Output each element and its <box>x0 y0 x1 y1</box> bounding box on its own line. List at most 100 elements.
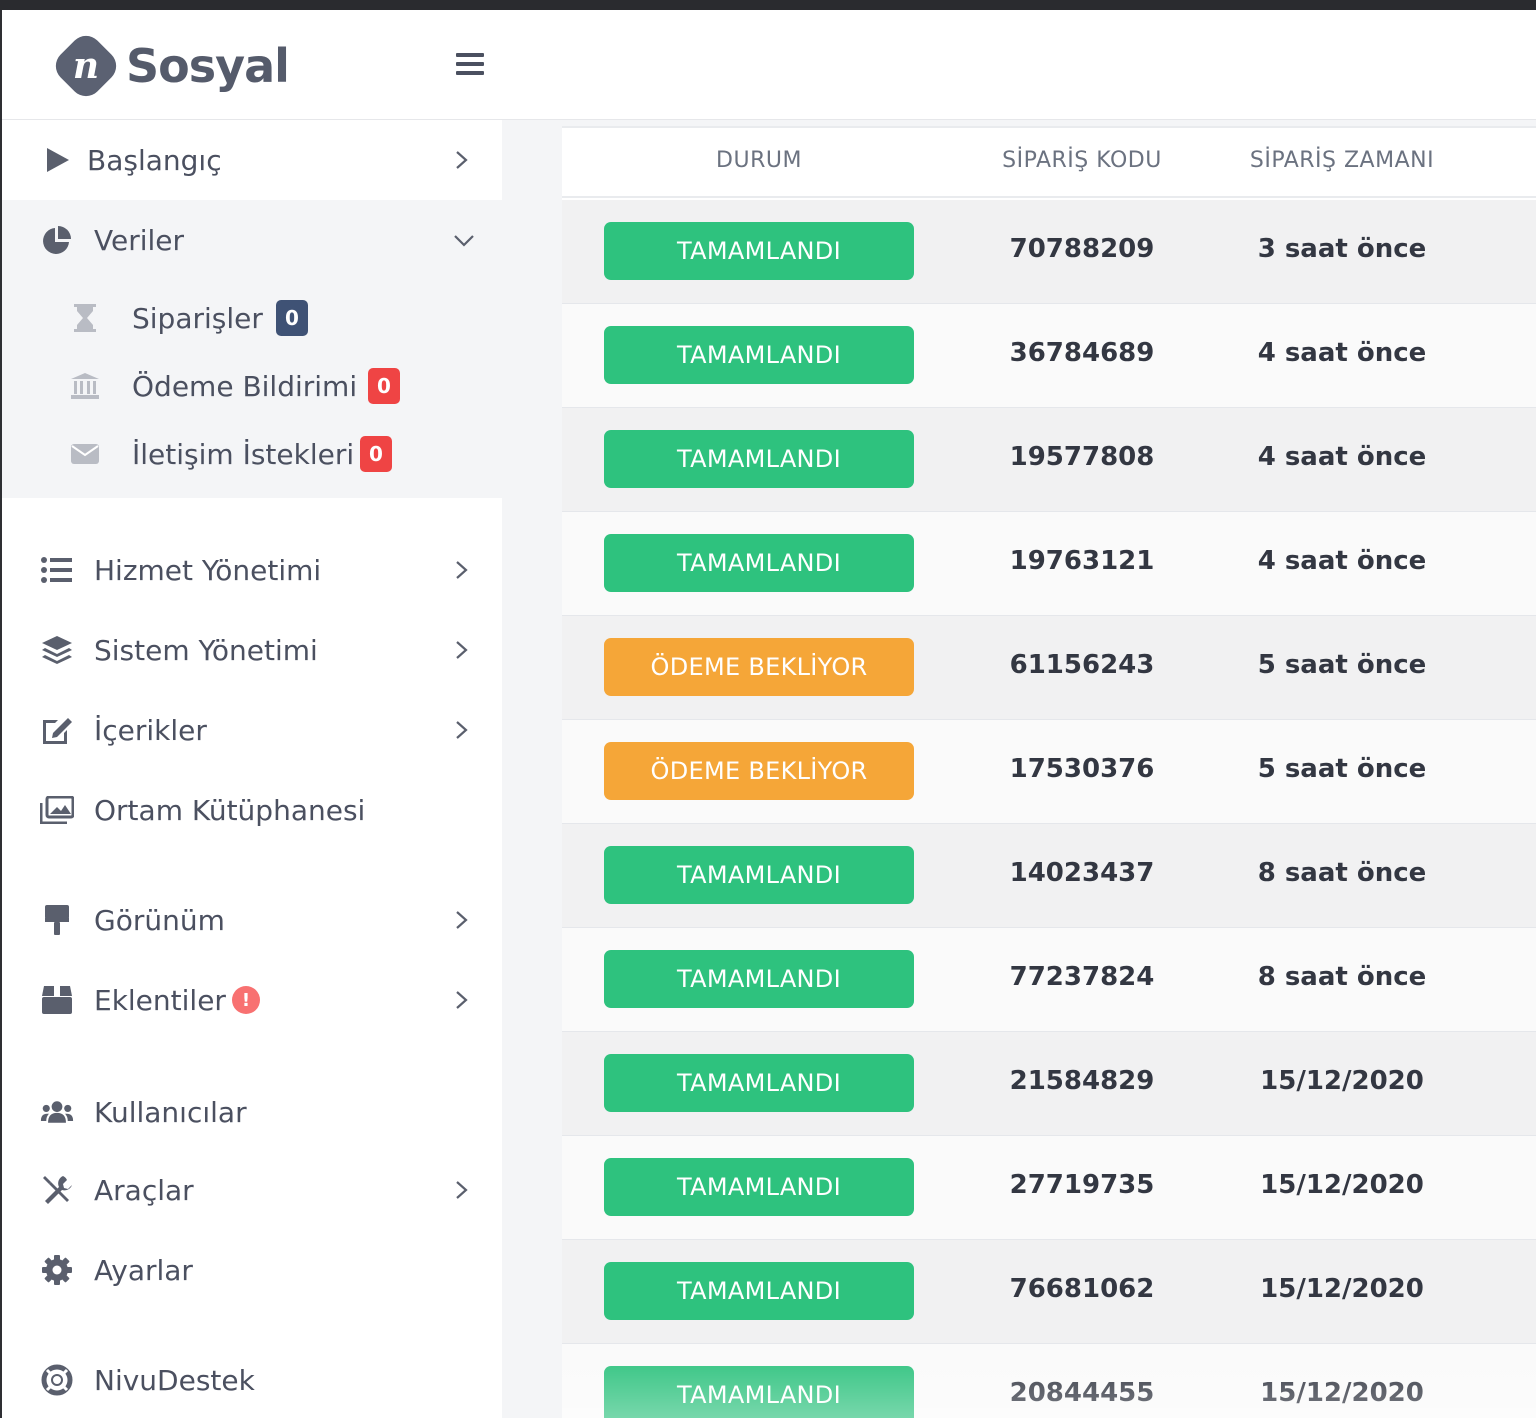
status-complete-button[interactable]: TAMAMLANDI <box>604 222 914 280</box>
subitem-label: İletişim İstekleri <box>132 437 355 471</box>
sidebar-item-label: NivuDestek <box>94 1363 255 1397</box>
order-time-cell: 4 saat önce <box>1257 338 1427 368</box>
order-code-cell: 77237824 <box>1009 962 1155 992</box>
order-time-cell: 4 saat önce <box>1257 442 1427 472</box>
chevron-down-icon <box>452 229 474 251</box>
table-row: ÖDEME BEKLİYOR 17530376 5 saat önce <box>562 720 1536 824</box>
chevron-right-icon <box>450 909 472 931</box>
sidebar-item-hizmet[interactable]: Hizmet Yönetimi <box>2 530 502 610</box>
chevron-right-icon <box>450 559 472 581</box>
sidebar-item-gorunum[interactable]: Görünüm <box>2 880 502 960</box>
main-content: DURUM SİPARİŞ KODU SİPARİŞ ZAMANI TAMAML… <box>502 120 1536 1418</box>
sidebar-item-icerikler[interactable]: İçerikler <box>2 690 502 770</box>
paint-roller-icon <box>40 903 74 937</box>
table-row: TAMAMLANDI 19577808 4 saat önce <box>562 408 1536 512</box>
order-code-cell: 20844455 <box>1009 1378 1155 1408</box>
column-header-time[interactable]: SİPARİŞ ZAMANI <box>1222 148 1462 173</box>
table-row: TAMAMLANDI 70788209 3 saat önce <box>562 200 1536 304</box>
table-row: TAMAMLANDI 36784689 4 saat önce <box>562 304 1536 408</box>
column-header-code[interactable]: SİPARİŞ KODU <box>962 148 1202 173</box>
sidebar-item-ayarlar[interactable]: Ayarlar <box>2 1230 502 1310</box>
hourglass-icon <box>70 303 100 333</box>
sidebar-item-kullanicilar[interactable]: Kullanıcılar <box>2 1072 502 1152</box>
contact-count-badge: 0 <box>360 436 392 472</box>
alert-icon: ! <box>232 986 260 1014</box>
order-code-cell: 19577808 <box>1009 442 1155 472</box>
status-complete-button[interactable]: TAMAMLANDI <box>604 950 914 1008</box>
order-time-cell: 8 saat önce <box>1257 858 1427 888</box>
subitem-label: Siparişler <box>132 301 263 335</box>
sidebar-item-destek[interactable]: NivuDestek <box>2 1340 502 1418</box>
sidebar-item-label: Görünüm <box>94 903 225 937</box>
sidebar-item-label: Ayarlar <box>94 1253 193 1287</box>
sidebar-subitem-siparisler[interactable]: Siparişler 0 <box>2 286 502 350</box>
status-complete-button[interactable]: TAMAMLANDI <box>604 1366 914 1418</box>
chevron-right-icon <box>450 989 472 1011</box>
status-complete-button[interactable]: TAMAMLANDI <box>604 1054 914 1112</box>
status-complete-button[interactable]: TAMAMLANDI <box>604 326 914 384</box>
table-row: ÖDEME BEKLİYOR 61156243 5 saat önce <box>562 616 1536 720</box>
users-icon <box>40 1095 74 1129</box>
tools-icon <box>40 1173 74 1207</box>
sidebar-item-araclar[interactable]: Araçlar <box>2 1150 502 1230</box>
sidebar-item-label: Veriler <box>94 223 185 257</box>
status-complete-button[interactable]: TAMAMLANDI <box>604 1262 914 1320</box>
envelope-icon <box>70 439 100 469</box>
order-time-cell: 5 saat önce <box>1257 754 1427 784</box>
order-time-cell: 15/12/2020 <box>1260 1274 1424 1304</box>
subitem-label: Ödeme Bildirimi <box>132 369 358 403</box>
order-code-cell: 70788209 <box>1009 234 1155 264</box>
edit-icon <box>40 713 74 747</box>
status-pending-button[interactable]: ÖDEME BEKLİYOR <box>604 638 914 696</box>
status-complete-button[interactable]: TAMAMLANDI <box>604 846 914 904</box>
sidebar-item-label: Araçlar <box>94 1173 194 1207</box>
lifebuoy-icon <box>40 1363 74 1397</box>
sidebar-item-label: İçerikler <box>94 713 207 747</box>
status-pending-button[interactable]: ÖDEME BEKLİYOR <box>604 742 914 800</box>
play-icon <box>40 143 74 177</box>
table-row: TAMAMLANDI 21584829 15/12/2020 <box>562 1032 1536 1136</box>
sidebar-item-label: Başlangıç <box>87 143 222 177</box>
bank-icon <box>70 371 100 401</box>
table-row: TAMAMLANDI 14023437 8 saat önce <box>562 824 1536 928</box>
images-icon <box>40 793 74 827</box>
sidebar-item-label: Ortam Kütüphanesi <box>94 793 366 827</box>
sidebar-item-label: Hizmet Yönetimi <box>94 553 322 587</box>
pie-chart-icon <box>40 223 74 257</box>
sidebar-subitem-iletisim[interactable]: İletişim İstekleri 0 <box>2 422 502 486</box>
sidebar-item-sistem[interactable]: Sistem Yönetimi <box>2 610 502 690</box>
gear-icon <box>40 1253 74 1287</box>
logo-mark-icon: n <box>55 35 117 97</box>
order-code-cell: 36784689 <box>1009 338 1155 368</box>
sidebar-item-baslangic[interactable]: Başlangıç <box>2 120 502 200</box>
sidebar-subitem-odeme[interactable]: Ödeme Bildirimi 0 <box>2 354 502 418</box>
sidebar-item-eklentiler[interactable]: Eklentiler ! <box>2 960 502 1040</box>
brand-logo[interactable]: n Sosyal <box>50 30 290 102</box>
table-row: TAMAMLANDI 20844455 15/12/2020 <box>562 1344 1536 1418</box>
column-header-status[interactable]: DURUM <box>604 148 914 173</box>
status-complete-button[interactable]: TAMAMLANDI <box>604 430 914 488</box>
table-row: TAMAMLANDI 77237824 8 saat önce <box>562 928 1536 1032</box>
hamburger-icon[interactable] <box>452 46 488 82</box>
orders-table: DURUM SİPARİŞ KODU SİPARİŞ ZAMANI TAMAML… <box>562 126 1536 1418</box>
chevron-right-icon <box>450 149 472 171</box>
order-code-cell: 21584829 <box>1009 1066 1155 1096</box>
order-time-cell: 15/12/2020 <box>1260 1066 1424 1096</box>
table-header: DURUM SİPARİŞ KODU SİPARİŞ ZAMANI <box>562 126 1536 198</box>
status-complete-button[interactable]: TAMAMLANDI <box>604 534 914 592</box>
order-time-cell: 15/12/2020 <box>1260 1378 1424 1408</box>
sidebar-item-veriler[interactable]: Veriler <box>2 200 502 280</box>
table-row: TAMAMLANDI 27719735 15/12/2020 <box>562 1136 1536 1240</box>
brand-name: Sosyal <box>126 39 290 93</box>
table-row: TAMAMLANDI 76681062 15/12/2020 <box>562 1240 1536 1344</box>
order-code-cell: 61156243 <box>1009 650 1155 680</box>
chevron-right-icon <box>450 719 472 741</box>
status-complete-button[interactable]: TAMAMLANDI <box>604 1158 914 1216</box>
list-icon <box>40 553 74 587</box>
sidebar-item-ortam[interactable]: Ortam Kütüphanesi <box>2 770 502 850</box>
layers-icon <box>40 633 74 667</box>
order-time-cell: 8 saat önce <box>1257 962 1427 992</box>
order-code-cell: 76681062 <box>1009 1274 1155 1304</box>
window-top-border <box>0 0 1536 10</box>
box-icon <box>40 983 74 1017</box>
